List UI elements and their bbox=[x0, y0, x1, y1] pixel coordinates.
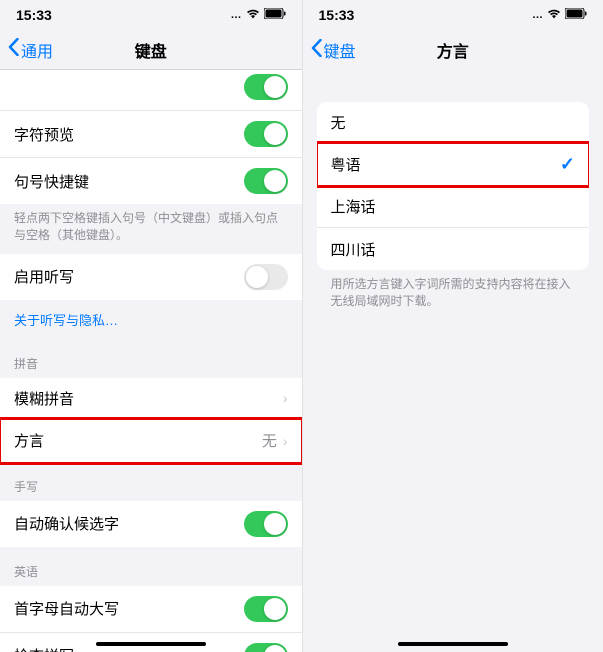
wifi-icon bbox=[547, 9, 561, 22]
section-pinyin: 模糊拼音 › 方言 无 › bbox=[0, 378, 302, 462]
dialect-settings-screen: 15:33 … 键盘 方言 无 粤语 ✓ bbox=[302, 0, 603, 652]
row-period-shortcut[interactable]: 句号快捷键 bbox=[0, 158, 302, 204]
back-label: 键盘 bbox=[324, 38, 356, 62]
section-dialects: 无 粤语 ✓ 上海话 四川话 bbox=[317, 102, 590, 270]
label: 模糊拼音 bbox=[14, 388, 74, 409]
home-indicator[interactable] bbox=[398, 642, 508, 646]
space-hint: 轻点两下空格键插入句号（中文键盘）或插入句点与空格（其他键盘）。 bbox=[0, 204, 302, 254]
row-dictation[interactable]: 启用听写 bbox=[0, 254, 302, 300]
label: 句号快捷键 bbox=[14, 171, 89, 192]
page-title: 方言 bbox=[437, 38, 469, 62]
toggle-switch[interactable] bbox=[244, 511, 288, 537]
row-dialect-cantonese[interactable]: 粤语 ✓ bbox=[317, 144, 590, 186]
row-char-preview[interactable]: 字符预览 bbox=[0, 111, 302, 158]
dialect-hint: 用所选方言键入字词所需的支持内容将在接入无线局域网时下载。 bbox=[303, 270, 603, 320]
label: 四川话 bbox=[331, 239, 376, 260]
label: 自动确认候选字 bbox=[14, 513, 119, 534]
dictation-privacy-link[interactable]: 关于听写与隐私… bbox=[0, 300, 302, 339]
section-header-pinyin: 拼音 bbox=[0, 339, 302, 378]
toggle-switch[interactable] bbox=[244, 74, 288, 100]
content-scroll[interactable]: 字符预览 句号快捷键 轻点两下空格键插入句号（中文键盘）或插入句点与空格（其他键… bbox=[0, 70, 302, 652]
label: 无 bbox=[331, 112, 346, 133]
toggle-switch[interactable] bbox=[244, 596, 288, 622]
row-partial-top[interactable] bbox=[0, 70, 302, 111]
section-dictation: 启用听写 bbox=[0, 254, 302, 300]
label: 首字母自动大写 bbox=[14, 598, 119, 619]
label: 上海话 bbox=[331, 196, 376, 217]
toggle-switch[interactable] bbox=[244, 264, 288, 290]
nav-bar: 键盘 方言 bbox=[303, 30, 603, 70]
row-right: › bbox=[283, 390, 288, 406]
row-dialect-shanghainese[interactable]: 上海话 bbox=[317, 186, 590, 228]
row-auto-confirm[interactable]: 自动确认候选字 bbox=[0, 501, 302, 547]
status-time: 15:33 bbox=[16, 7, 52, 23]
row-fuzzy-pinyin[interactable]: 模糊拼音 › bbox=[0, 378, 302, 420]
back-button[interactable]: 通用 bbox=[8, 38, 53, 62]
keyboard-settings-screen: 15:33 … 通用 键盘 字符预览 bbox=[0, 0, 302, 652]
section-header-english: 英语 bbox=[0, 547, 302, 586]
row-auto-capitalize[interactable]: 首字母自动大写 bbox=[0, 586, 302, 633]
checkmark-icon: ✓ bbox=[560, 154, 575, 175]
status-bar: 15:33 … bbox=[0, 0, 302, 30]
content-scroll[interactable]: 无 粤语 ✓ 上海话 四川话 用所选方言键入字词所需的支持内容将在接入无线局域网… bbox=[303, 70, 603, 652]
row-dialect-sichuanese[interactable]: 四川话 bbox=[317, 228, 590, 270]
page-title: 键盘 bbox=[135, 38, 167, 62]
status-icons: … bbox=[532, 8, 587, 22]
battery-icon bbox=[264, 8, 286, 22]
battery-icon bbox=[565, 8, 587, 22]
toggle-switch[interactable] bbox=[244, 643, 288, 652]
section-handwriting: 自动确认候选字 bbox=[0, 501, 302, 547]
home-indicator[interactable] bbox=[96, 642, 206, 646]
row-right: 无 › bbox=[262, 430, 288, 451]
cellular-icon: … bbox=[231, 9, 242, 21]
wifi-icon bbox=[246, 9, 260, 22]
cellular-icon: … bbox=[532, 9, 543, 21]
status-time: 15:33 bbox=[319, 7, 355, 23]
toggle-switch[interactable] bbox=[244, 121, 288, 147]
status-bar: 15:33 … bbox=[303, 0, 603, 30]
status-icons: … bbox=[231, 8, 286, 22]
row-dialect-none[interactable]: 无 bbox=[317, 102, 590, 144]
row-dialect[interactable]: 方言 无 › bbox=[0, 420, 302, 462]
label: 字符预览 bbox=[14, 124, 74, 145]
toggle-switch[interactable] bbox=[244, 168, 288, 194]
nav-bar: 通用 键盘 bbox=[0, 30, 302, 70]
back-label: 通用 bbox=[21, 38, 53, 62]
highlight-box bbox=[0, 417, 302, 465]
chevron-left-icon bbox=[8, 38, 19, 61]
chevron-right-icon: › bbox=[283, 433, 288, 449]
section-header-handwriting: 手写 bbox=[0, 462, 302, 501]
value: 无 bbox=[262, 430, 277, 451]
label: 检查拼写 bbox=[14, 645, 74, 652]
back-button[interactable]: 键盘 bbox=[311, 38, 356, 62]
section-toggles: 字符预览 句号快捷键 bbox=[0, 70, 302, 204]
label: 方言 bbox=[14, 430, 44, 451]
chevron-left-icon bbox=[311, 39, 322, 62]
chevron-right-icon: › bbox=[283, 390, 288, 406]
label: 启用听写 bbox=[14, 266, 74, 287]
label: 粤语 bbox=[331, 154, 361, 175]
